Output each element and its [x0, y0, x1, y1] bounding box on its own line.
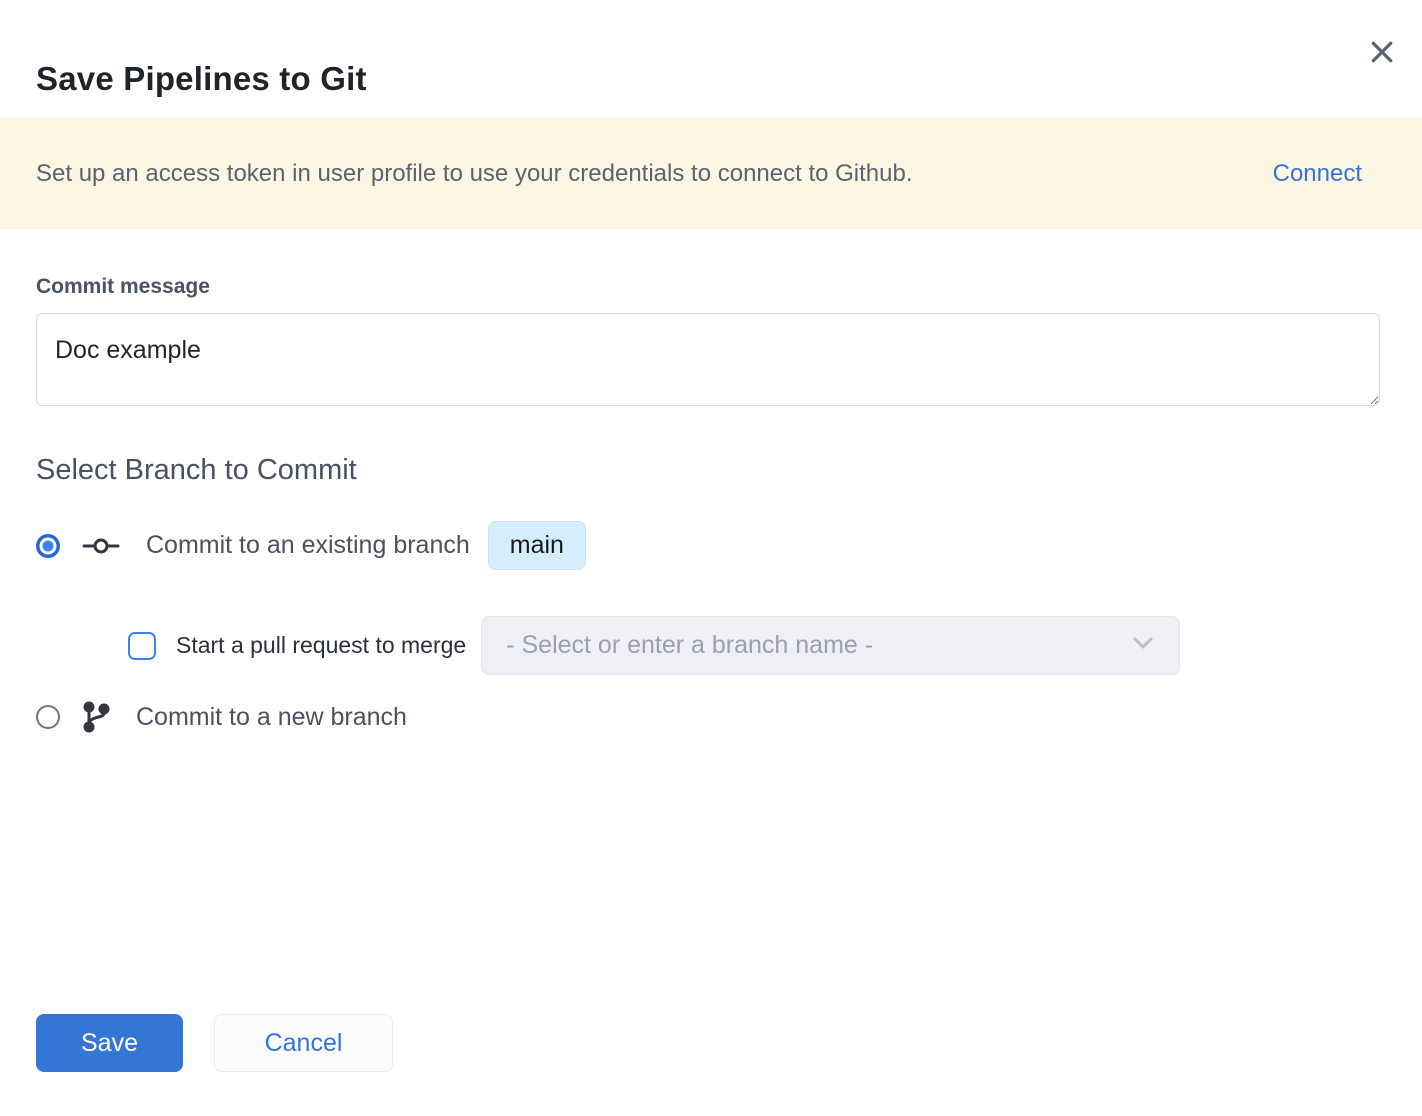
new-branch-radio[interactable] — [36, 705, 60, 729]
git-commit-icon — [82, 533, 120, 559]
access-token-banner: Set up an access token in user profile t… — [0, 118, 1422, 229]
close-icon — [1367, 37, 1397, 67]
chevron-down-icon — [1131, 635, 1155, 656]
modal-header: Save Pipelines to Git — [0, 0, 1422, 118]
modal-body: Commit message Doc example Select Branch… — [0, 229, 1422, 1014]
cancel-button[interactable]: Cancel — [214, 1014, 393, 1072]
pull-request-label[interactable]: Start a pull request to merge — [176, 632, 466, 659]
existing-branch-label[interactable]: Commit to an existing branch — [146, 531, 470, 560]
save-button[interactable]: Save — [36, 1014, 183, 1072]
commit-message-label: Commit message — [36, 275, 1386, 299]
page-title: Save Pipelines to Git — [36, 60, 1386, 98]
git-branch-icon — [82, 701, 110, 733]
merge-branch-select[interactable]: - Select or enter a branch name - — [481, 616, 1180, 675]
commit-message-input[interactable]: Doc example — [36, 313, 1380, 406]
branch-section-heading: Select Branch to Commit — [36, 454, 1386, 487]
modal-footer: Save Cancel — [0, 1014, 1422, 1116]
pull-request-row: Start a pull request to merge - Select o… — [128, 616, 1386, 675]
merge-branch-placeholder: - Select or enter a branch name - — [506, 631, 873, 660]
current-branch-badge: main — [488, 521, 586, 570]
banner-message: Set up an access token in user profile t… — [36, 160, 913, 188]
connect-link[interactable]: Connect — [1273, 160, 1362, 188]
new-branch-option: Commit to a new branch — [36, 701, 1386, 733]
new-branch-label[interactable]: Commit to a new branch — [136, 703, 407, 732]
pull-request-checkbox[interactable] — [128, 632, 156, 660]
close-button[interactable] — [1360, 30, 1404, 74]
existing-branch-radio[interactable] — [36, 534, 60, 558]
existing-branch-option: Commit to an existing branch main — [36, 521, 1386, 570]
